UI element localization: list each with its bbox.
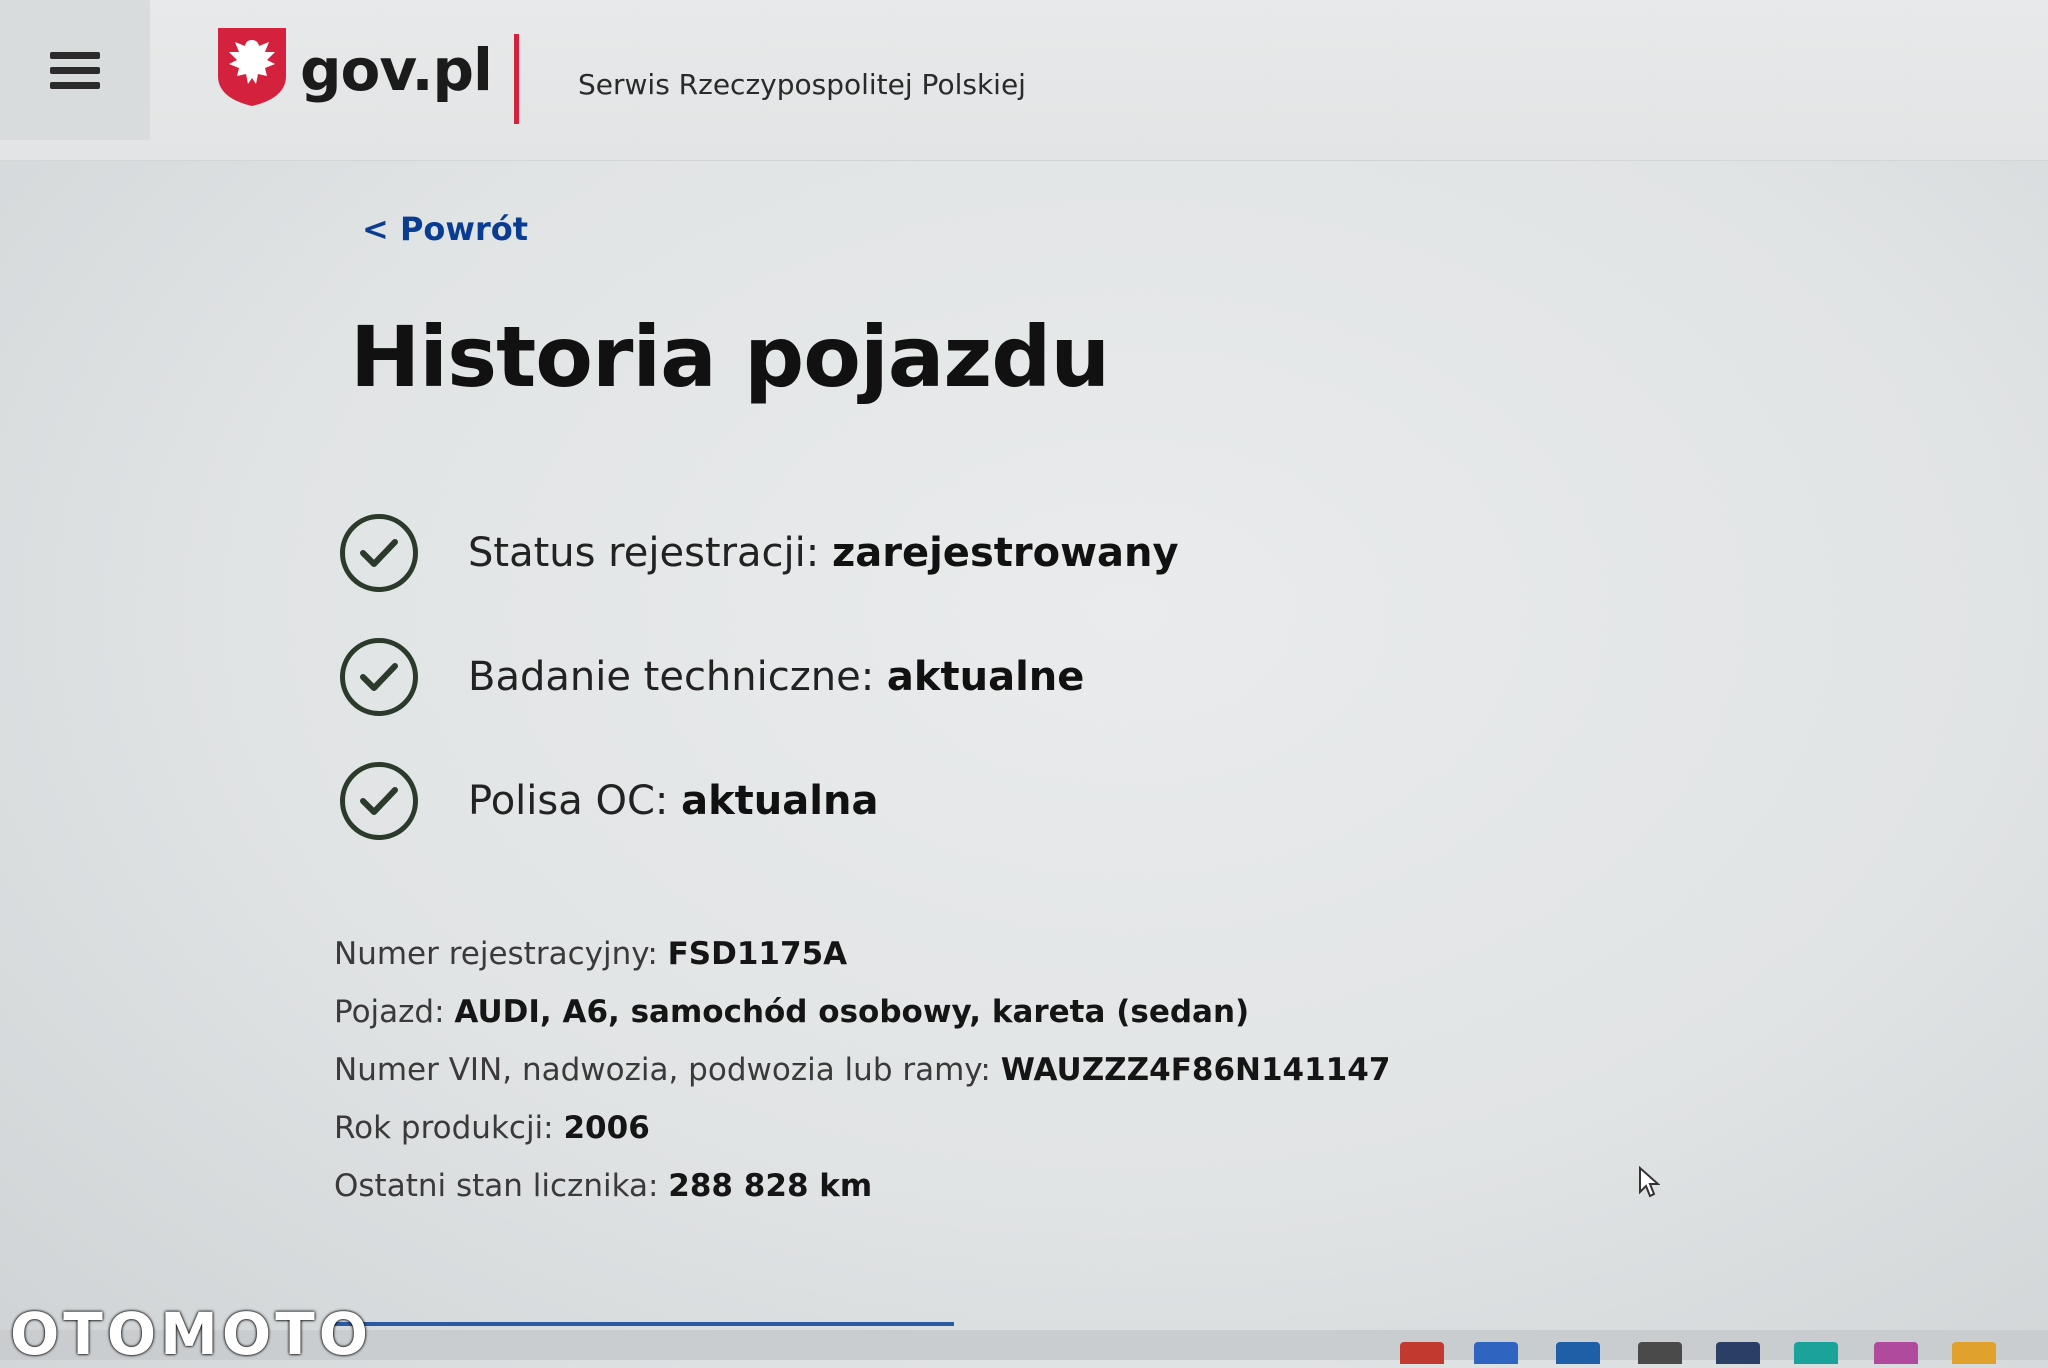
status-inspection-text: Badanie techniczne: aktualne bbox=[468, 654, 1084, 700]
detail-label: Pojazd: bbox=[334, 994, 445, 1030]
polish-eagle-icon bbox=[218, 28, 286, 106]
detail-label: Rok produkcji: bbox=[334, 1110, 554, 1146]
status-value: aktualna bbox=[681, 778, 879, 824]
taskbar-app-icon[interactable] bbox=[1952, 1342, 1996, 1364]
taskbar-app-icon[interactable] bbox=[1794, 1342, 1838, 1364]
site-header: gov.pl Serwis Rzeczypospolitej Polskiej bbox=[0, 0, 2048, 161]
status-value: aktualne bbox=[886, 654, 1085, 700]
page-title: Historia pojazdu bbox=[350, 308, 1110, 406]
check-circle-icon bbox=[340, 762, 418, 840]
detail-vehicle: Pojazd: AUDI, A6, samochód osobowy, kare… bbox=[334, 994, 1249, 1030]
detail-value: FSD1175A bbox=[667, 936, 848, 972]
status-inspection: Badanie techniczne: aktualne bbox=[340, 632, 1084, 722]
otomoto-watermark: OTOMOTO bbox=[10, 1300, 373, 1368]
detail-label: Numer rejestracyjny: bbox=[334, 936, 658, 972]
detail-value: WAUZZZ4F86N141147 bbox=[1000, 1052, 1391, 1088]
status-registration: Status rejestracji: zarejestrowany bbox=[340, 508, 1179, 598]
content-bottom-border bbox=[334, 1322, 954, 1326]
mouse-cursor-icon bbox=[1639, 1166, 1660, 1198]
status-insurance: Polisa OC: aktualna bbox=[340, 756, 878, 846]
status-label: Badanie techniczne: bbox=[468, 654, 875, 700]
taskbar-app-icon[interactable] bbox=[1474, 1342, 1518, 1364]
detail-label: Ostatni stan licznika: bbox=[334, 1168, 659, 1204]
menu-button[interactable] bbox=[0, 0, 150, 140]
check-circle-icon bbox=[340, 514, 418, 592]
status-label: Polisa OC: bbox=[468, 778, 669, 824]
taskbar-app-icon[interactable] bbox=[1716, 1342, 1760, 1364]
detail-value: 2006 bbox=[563, 1110, 650, 1146]
detail-vin: Numer VIN, nadwozia, podwozia lub ramy: … bbox=[334, 1052, 1390, 1088]
back-link[interactable]: < Powrót bbox=[362, 210, 528, 248]
detail-value: AUDI, A6, samochód osobowy, kareta (seda… bbox=[454, 994, 1250, 1030]
header-divider bbox=[514, 34, 519, 124]
service-name: Serwis Rzeczypospolitej Polskiej bbox=[578, 68, 1026, 101]
taskbar-app-icon[interactable] bbox=[1556, 1342, 1600, 1364]
check-circle-icon bbox=[340, 638, 418, 716]
taskbar-app-icon[interactable] bbox=[1400, 1342, 1444, 1364]
status-label: Status rejestracji: bbox=[468, 530, 820, 576]
detail-label: Numer VIN, nadwozia, podwozia lub ramy: bbox=[334, 1052, 991, 1088]
status-registration-text: Status rejestracji: zarejestrowany bbox=[468, 530, 1179, 576]
gov-pl-logo-text[interactable]: gov.pl bbox=[300, 36, 493, 104]
hamburger-icon bbox=[50, 44, 100, 97]
detail-value: 288 828 km bbox=[668, 1168, 873, 1204]
detail-odometer: Ostatni stan licznika: 288 828 km bbox=[334, 1168, 872, 1204]
detail-production-year: Rok produkcji: 2006 bbox=[334, 1110, 650, 1146]
status-value: zarejestrowany bbox=[831, 530, 1179, 576]
taskbar-app-icon[interactable] bbox=[1874, 1342, 1918, 1364]
detail-registration-number: Numer rejestracyjny: FSD1175A bbox=[334, 936, 847, 972]
taskbar-app-icon[interactable] bbox=[1638, 1342, 1682, 1364]
status-insurance-text: Polisa OC: aktualna bbox=[468, 778, 878, 824]
